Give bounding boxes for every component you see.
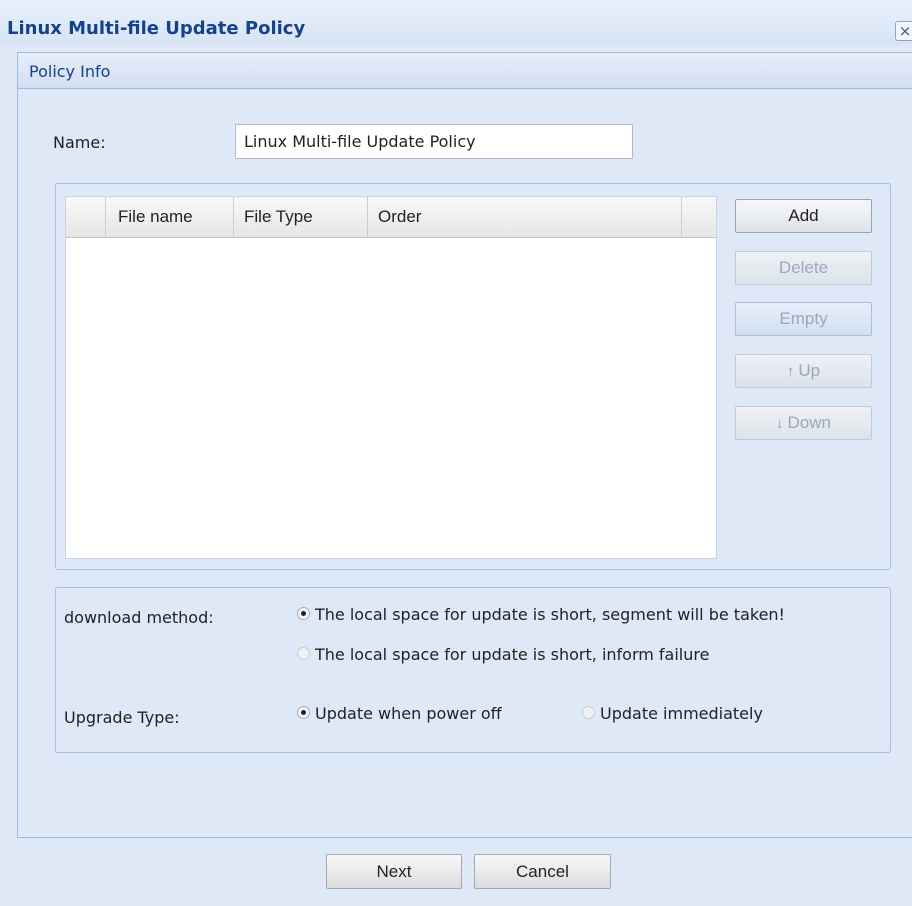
up-button[interactable]: ↑ Up	[735, 354, 872, 388]
upgrade-type-option-immediately-label: Update immediately	[600, 704, 763, 723]
column-header-order[interactable]: Order	[368, 197, 682, 237]
close-button[interactable]: ×	[895, 21, 912, 41]
close-icon: ×	[898, 22, 912, 40]
cancel-button[interactable]: Cancel	[474, 854, 611, 889]
empty-button[interactable]: Empty	[735, 302, 872, 336]
add-button[interactable]: Add	[735, 199, 872, 233]
radio-checked-icon[interactable]	[297, 607, 310, 620]
radio-checked-icon[interactable]	[297, 706, 310, 719]
name-label: Name:	[53, 133, 106, 152]
delete-button-label: Delete	[778, 258, 829, 277]
panel-title: Policy Info	[29, 62, 111, 81]
dialog-titlebar: Linux Multi-file Update Policy ×	[0, 0, 912, 44]
upgrade-type-option-power-off-label: Update when power off	[315, 704, 502, 723]
dialog-title: Linux Multi-file Update Policy	[7, 18, 306, 39]
down-button[interactable]: ↓ Down	[735, 406, 872, 440]
delete-button[interactable]: Delete	[735, 251, 872, 285]
radio-unchecked-icon[interactable]	[582, 706, 595, 719]
file-grid[interactable]: File name File Type Order	[65, 196, 717, 559]
next-button-label: Next	[376, 862, 412, 881]
download-method-option-inform-failure-label: The local space for update is short, inf…	[315, 645, 710, 664]
column-header-file-name[interactable]: File name	[106, 197, 234, 237]
download-method-option-segment[interactable]: The local space for update is short, seg…	[297, 605, 785, 624]
upgrade-type-label: Upgrade Type:	[64, 708, 180, 727]
upgrade-type-option-power-off[interactable]: Update when power off	[297, 704, 502, 723]
add-button-label: Add	[788, 206, 819, 225]
arrow-up-icon: ↑	[786, 363, 795, 380]
download-method-option-segment-label: The local space for update is short, seg…	[315, 605, 785, 624]
panel-header: Policy Info	[18, 53, 912, 89]
policy-dialog: Linux Multi-file Update Policy × Policy …	[0, 0, 912, 906]
column-header-menu[interactable]	[682, 197, 716, 237]
next-button[interactable]: Next	[326, 854, 462, 889]
up-button-label: Up	[798, 361, 821, 380]
arrow-down-icon: ↓	[776, 415, 784, 432]
radio-unchecked-icon[interactable]	[297, 647, 310, 660]
grid-header: File name File Type Order	[66, 197, 716, 238]
empty-button-label: Empty	[779, 309, 828, 328]
download-method-label: download method:	[64, 608, 214, 627]
name-input[interactable]	[235, 124, 633, 159]
column-header-file-type[interactable]: File Type	[234, 197, 368, 237]
down-button-label: Down	[787, 413, 831, 432]
cancel-button-label: Cancel	[516, 862, 569, 881]
upgrade-type-option-immediately[interactable]: Update immediately	[582, 704, 763, 723]
download-method-option-inform-failure[interactable]: The local space for update is short, inf…	[297, 645, 709, 664]
column-header-checkbox[interactable]	[66, 197, 106, 237]
